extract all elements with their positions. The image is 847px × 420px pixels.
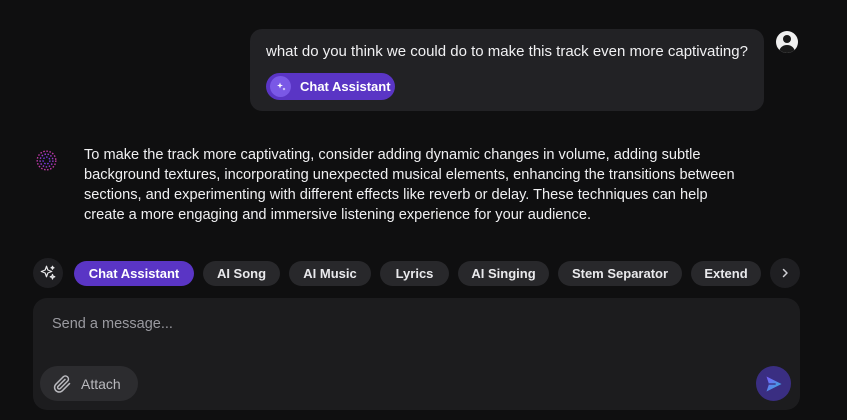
assistant-orb-icon (36, 150, 57, 171)
tool-pill-ai-music[interactable]: AI Music (289, 261, 371, 286)
attach-label: Attach (81, 375, 121, 392)
assistant-message-text: To make the track more captivating, cons… (84, 147, 735, 223)
tool-pill-stem-separator[interactable]: Stem Separator (558, 261, 682, 286)
sparkles-icon (270, 76, 291, 97)
user-avatar-icon (776, 31, 798, 53)
mode-chip-label: Chat Assistant (300, 79, 391, 94)
tool-selector-row: Chat Assistant AI Song AI Music Lyrics A… (0, 257, 847, 289)
paperclip-icon (52, 374, 72, 394)
tool-pill-extend[interactable]: Extend (691, 261, 761, 286)
tool-pill-chat-assistant[interactable]: Chat Assistant (74, 261, 194, 286)
message-composer: Attach (33, 298, 800, 410)
chevron-right-icon[interactable] (770, 258, 800, 288)
user-message-mode-chip: Chat Assistant (266, 73, 395, 100)
tool-pill-ai-song[interactable]: AI Song (203, 261, 280, 286)
send-icon (764, 374, 784, 394)
message-input[interactable] (52, 316, 652, 332)
sparkles-icon[interactable] (33, 258, 63, 288)
user-message-text: what do you think we could do to make th… (266, 43, 748, 60)
tool-pill-ai-singing[interactable]: AI Singing (458, 261, 549, 286)
send-button[interactable] (756, 366, 791, 401)
tool-pill-lyrics[interactable]: Lyrics (380, 261, 449, 286)
user-message-bubble: what do you think we could do to make th… (250, 29, 764, 111)
attach-button[interactable]: Attach (40, 366, 138, 401)
